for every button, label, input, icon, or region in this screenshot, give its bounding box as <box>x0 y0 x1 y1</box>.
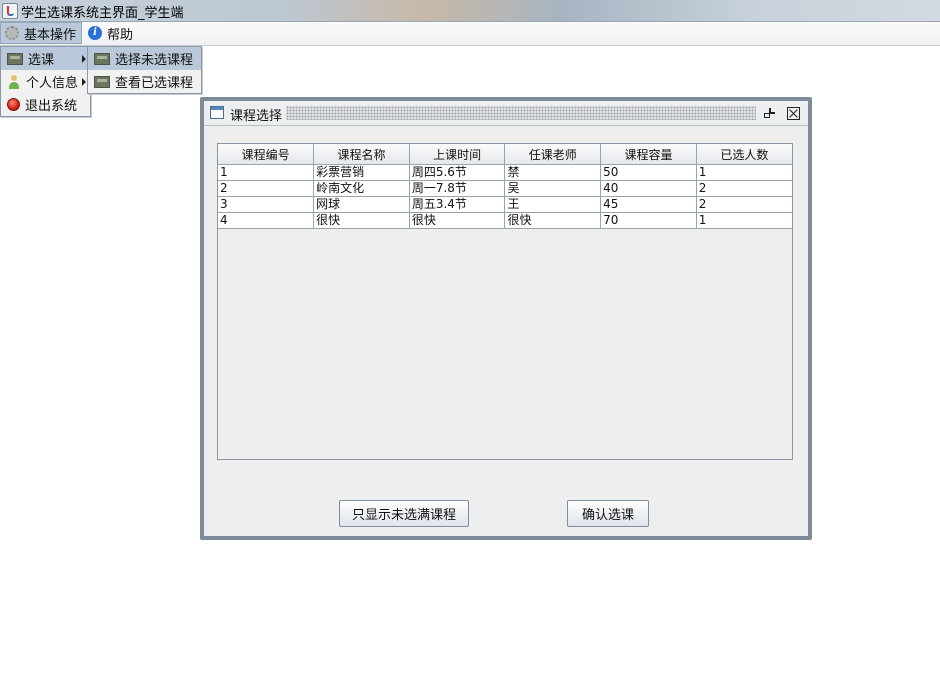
column-header[interactable]: 课程名称 <box>313 144 410 165</box>
monitor-icon <box>7 52 23 65</box>
menu-bar: 基本操作 i 帮助 <box>0 22 940 46</box>
column-header[interactable]: 已选人数 <box>695 144 792 165</box>
table-cell[interactable]: 很快 <box>408 212 506 229</box>
menu-item-select-course-label: 选课 <box>28 53 55 68</box>
confirm-selection-button[interactable]: 确认选课 <box>567 500 649 527</box>
menu-item-choose-unselected-label: 选择未选课程 <box>115 53 194 68</box>
java-app-icon <box>2 3 18 19</box>
table-row[interactable]: 1 彩票营销 周四5.6节 禁 50 1 <box>218 164 792 181</box>
table-cell[interactable]: 70 <box>600 212 697 229</box>
menu-item-personal-info[interactable]: 个人信息 <box>1 70 90 93</box>
table-row[interactable]: 3 网球 周五3.4节 王 45 2 <box>218 196 792 213</box>
column-header[interactable]: 上课时间 <box>408 144 506 165</box>
table-cell[interactable]: 3 <box>218 196 315 213</box>
course-selection-frame: 课程选择 课程编号 课程名称 上课时间 任课老师 课程容量 已选人数 1 彩票营… <box>200 97 812 540</box>
course-table-scrollpane: 课程编号 课程名称 上课时间 任课老师 课程容量 已选人数 1 彩票营销 周四5… <box>217 143 793 460</box>
table-row[interactable]: 2 岭南文化 周一7.8节 吴 40 2 <box>218 180 792 197</box>
table-header-row: 课程编号 课程名称 上课时间 任课老师 课程容量 已选人数 <box>218 144 792 165</box>
close-icon[interactable] <box>787 107 800 120</box>
table-cell[interactable]: 周一7.8节 <box>408 180 506 197</box>
info-icon: i <box>88 26 102 40</box>
frame-title: 课程选择 <box>230 109 283 124</box>
table-cell[interactable]: 网球 <box>313 196 410 213</box>
table-cell[interactable]: 2 <box>218 180 315 197</box>
frame-body: 课程编号 课程名称 上课时间 任课老师 课程容量 已选人数 1 彩票营销 周四5… <box>204 126 808 536</box>
menu-item-choose-unselected[interactable]: 选择未选课程 <box>88 47 201 70</box>
table-cell[interactable]: 吴 <box>504 180 602 197</box>
table-cell[interactable]: 周四5.6节 <box>408 164 506 181</box>
menu-item-personal-info-label: 个人信息 <box>26 76 79 91</box>
basic-operations-dropdown: 选课 个人信息 退出系统 <box>0 46 91 117</box>
exit-icon <box>7 98 20 111</box>
table-cell[interactable]: 很快 <box>504 212 602 229</box>
title-bar-grip <box>286 106 756 120</box>
window-title: 学生选课系统主界面_学生端 <box>21 6 184 21</box>
monitor-icon <box>94 75 110 88</box>
menu-help[interactable]: i 帮助 <box>84 22 138 44</box>
table-cell[interactable]: 彩票营销 <box>313 164 410 181</box>
table-cell[interactable]: 岭南文化 <box>313 180 410 197</box>
restore-icon[interactable] <box>764 108 775 119</box>
gear-icon <box>5 26 19 40</box>
table-cell[interactable]: 50 <box>600 164 697 181</box>
frame-title-bar[interactable]: 课程选择 <box>204 101 808 126</box>
column-header[interactable]: 课程编号 <box>218 144 315 165</box>
monitor-icon <box>94 52 110 65</box>
table-cell[interactable]: 王 <box>504 196 602 213</box>
window-title-bar: 学生选课系统主界面_学生端 <box>0 0 940 22</box>
menu-item-view-selected[interactable]: 查看已选课程 <box>88 70 201 93</box>
column-header[interactable]: 课程容量 <box>600 144 697 165</box>
submenu-arrow-icon <box>82 55 86 63</box>
table-cell[interactable]: 40 <box>600 180 697 197</box>
table-cell[interactable]: 2 <box>695 196 792 213</box>
menu-item-exit-system[interactable]: 退出系统 <box>1 93 90 116</box>
table-cell[interactable]: 45 <box>600 196 697 213</box>
course-table: 课程编号 课程名称 上课时间 任课老师 课程容量 已选人数 1 彩票营销 周四5… <box>218 144 792 229</box>
course-submenu: 选择未选课程 查看已选课程 <box>87 46 202 94</box>
menu-item-select-course[interactable]: 选课 <box>1 47 90 70</box>
person-icon <box>7 74 21 89</box>
table-cell[interactable]: 4 <box>218 212 315 229</box>
table-cell[interactable]: 周五3.4节 <box>408 196 506 213</box>
table-cell[interactable]: 很快 <box>313 212 410 229</box>
table-row[interactable]: 4 很快 很快 很快 70 1 <box>218 212 792 229</box>
table-cell[interactable]: 1 <box>218 164 315 181</box>
submenu-arrow-icon <box>82 78 86 86</box>
menu-basic-operations[interactable]: 基本操作 <box>0 22 83 44</box>
menu-item-view-selected-label: 查看已选课程 <box>115 76 194 91</box>
column-header[interactable]: 任课老师 <box>504 144 602 165</box>
menu-item-exit-system-label: 退出系统 <box>25 99 78 114</box>
table-cell[interactable]: 1 <box>695 212 792 229</box>
menu-help-label: 帮助 <box>107 27 134 43</box>
show-unfull-courses-button[interactable]: 只显示未选满课程 <box>339 500 469 527</box>
window-icon <box>210 106 224 119</box>
table-cell[interactable]: 禁 <box>504 164 602 181</box>
menu-basic-operations-label: 基本操作 <box>24 27 77 43</box>
table-cell[interactable]: 2 <box>695 180 792 197</box>
table-cell[interactable]: 1 <box>695 164 792 181</box>
